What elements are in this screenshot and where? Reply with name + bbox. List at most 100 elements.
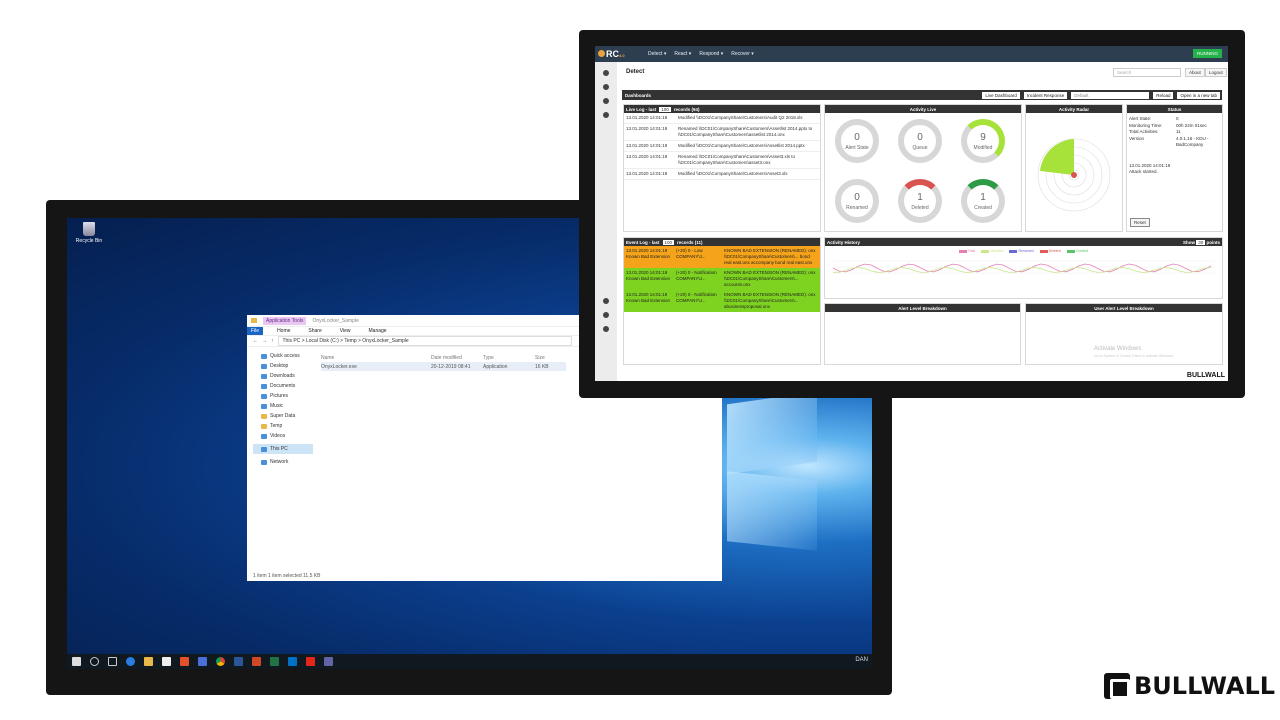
folder-icon [261, 433, 267, 439]
acrobat-icon[interactable] [306, 657, 315, 666]
dashboards-bar: Dashboards Live Dashboard Incident Respo… [622, 90, 1222, 100]
file-row-onyxlocker[interactable]: OnyxLocker.exe 20-12-2019 08:41 Applicat… [321, 362, 566, 371]
column-name[interactable]: Name [321, 355, 431, 361]
nav-item-super-data[interactable]: Super Data [253, 411, 313, 421]
folder-icon [261, 393, 267, 399]
forward-arrow-icon[interactable]: → [262, 338, 267, 344]
ribbon-tab-manage[interactable]: Manage [365, 327, 391, 335]
menu-recover[interactable]: Recover ▾ [731, 51, 754, 57]
breadcrumb[interactable]: This PC > Local Disk (C:) > Temp > OnyxL… [277, 336, 572, 346]
folder-icon [261, 403, 267, 409]
reset-button[interactable]: Reset [1130, 218, 1150, 227]
nav-item-downloads[interactable]: Downloads [253, 371, 313, 381]
up-arrow-icon[interactable]: ↑ [271, 338, 274, 344]
search-icon[interactable] [90, 657, 99, 666]
ribbon-tab-file[interactable]: File [247, 327, 264, 335]
ribbon-tab-view[interactable]: View [336, 327, 355, 335]
event-log-count-select[interactable]: 100 [662, 239, 675, 245]
word-icon[interactable] [234, 657, 243, 666]
nav-item-videos[interactable]: Videos [253, 431, 313, 441]
status-panel: Status Alert State: 0 Monitoring Time: 00h… [1126, 104, 1223, 232]
excel-icon[interactable] [270, 657, 279, 666]
folder-icon [261, 363, 267, 369]
outlook-icon[interactable] [288, 657, 297, 666]
column-size[interactable]: Size [535, 355, 565, 361]
file-size: 16 KB [535, 363, 549, 370]
activity-live-header: Activity Live [825, 105, 1021, 113]
event-row[interactable]: 13.01.2020 14:01:19 Known Bad Extension (+… [624, 290, 820, 312]
nav-label: This PC [270, 446, 288, 452]
about-button[interactable]: About [1185, 68, 1205, 77]
column-type[interactable]: Type [483, 355, 535, 361]
recycle-bin[interactable]: Recycle Bin [74, 222, 104, 244]
ribbon-tab-home[interactable]: Home [273, 327, 294, 335]
edge-icon[interactable] [126, 657, 135, 666]
nav-item-network[interactable]: Network [253, 457, 313, 467]
live-dashboard-button[interactable]: Live Dashboard [982, 91, 1020, 99]
dashboard-icon[interactable] [603, 70, 609, 76]
tray-language[interactable]: DAN [855, 657, 868, 663]
nav-label: Music [270, 403, 284, 409]
windows-icon[interactable] [72, 657, 81, 666]
nav-item-pictures[interactable]: Pictures [253, 391, 313, 401]
ribbon-tab-share[interactable]: Share [304, 327, 325, 335]
reload-button[interactable]: Reload [1153, 91, 1174, 99]
activity-history-title: Activity History [827, 239, 861, 245]
nav-label: Documents [270, 383, 296, 389]
pc-icon [261, 446, 267, 452]
recover-icon[interactable] [603, 112, 609, 118]
activity-radar-header: Activity Radar [1026, 105, 1122, 113]
open-new-tab-button[interactable]: Open in a new tab [1177, 91, 1220, 99]
alert-breakdown-header: Alert Level Breakdown [825, 304, 1020, 312]
flag-icon[interactable] [198, 657, 207, 666]
bell-icon[interactable] [603, 98, 609, 104]
menu-detect[interactable]: Detect ▾ [648, 51, 666, 57]
counter-label: Modified [973, 145, 993, 151]
nav-item-temp[interactable]: Temp [253, 421, 313, 431]
event-row[interactable]: 13.01.2020 14:01:19 Known Bad Extension (+… [624, 246, 820, 268]
file-explorer-icon[interactable] [144, 657, 153, 666]
nav-item-documents[interactable]: Documents [253, 381, 313, 391]
help-icon[interactable] [603, 312, 609, 318]
nav-label: Desktop [270, 363, 289, 369]
navigation-pane: Quick access Desktop Downloads Documents… [253, 351, 313, 467]
megaphone-icon[interactable] [603, 84, 609, 90]
brave-icon[interactable] [180, 657, 189, 666]
counter-value: 9 [980, 132, 986, 143]
nav-item-quick-access[interactable]: Quick access [253, 351, 313, 361]
log-row: 13.01.2020 14:01:19 Modified \\DC01\Compa… [624, 113, 820, 124]
menu-react[interactable]: React ▾ [674, 51, 691, 57]
points-select[interactable]: 30 [1196, 239, 1206, 245]
search-input[interactable]: Search [1113, 68, 1181, 77]
event-row[interactable]: 13.01.2020 14:01:19 Known Bad Extension (+… [624, 268, 820, 290]
side-toolbar [595, 62, 617, 381]
live-log-count-select[interactable]: 100 [659, 106, 671, 112]
settings-icon[interactable] [603, 298, 609, 304]
nav-item-music[interactable]: Music [253, 401, 313, 411]
radar-center [1071, 172, 1077, 178]
wallpaper-light [727, 471, 817, 551]
nav-item-desktop[interactable]: Desktop [253, 361, 313, 371]
menu-respond[interactable]: Respond ▾ [699, 51, 723, 57]
counter-value: 0 [854, 192, 860, 203]
status-value: 4.0.1.16 - KDU - BadCompany [1176, 135, 1209, 148]
logout-button[interactable]: Logout [1205, 68, 1227, 77]
file-list: Name Date modified Type Size OnyxLocker.… [321, 353, 566, 371]
store-icon[interactable] [162, 657, 171, 666]
application-tools-tab[interactable]: Application Tools [263, 316, 307, 325]
column-date[interactable]: Date modified [431, 355, 483, 361]
gear-icon[interactable] [603, 326, 609, 332]
incident-response-button[interactable]: Incident Response [1023, 91, 1068, 99]
nav-item-this-pc[interactable]: This PC [253, 444, 313, 454]
back-arrow-icon[interactable]: ← [253, 338, 258, 344]
powerpoint-icon[interactable] [252, 657, 261, 666]
chrome-icon[interactable] [216, 657, 225, 666]
dashboard-select[interactable]: Default [1071, 91, 1150, 99]
log-message: Modified \\DC01\CompanyShare\Customers\A… [678, 143, 805, 148]
rc-logo[interactable]: RC4.0 [598, 49, 625, 59]
teams-icon[interactable] [324, 657, 333, 666]
bull-head-icon [1104, 673, 1130, 699]
ring: 0 Alert State [835, 119, 879, 163]
activity-history-panel: Activity History Show 30 points Total Mo… [824, 237, 1223, 299]
task-view-icon[interactable] [108, 657, 117, 666]
